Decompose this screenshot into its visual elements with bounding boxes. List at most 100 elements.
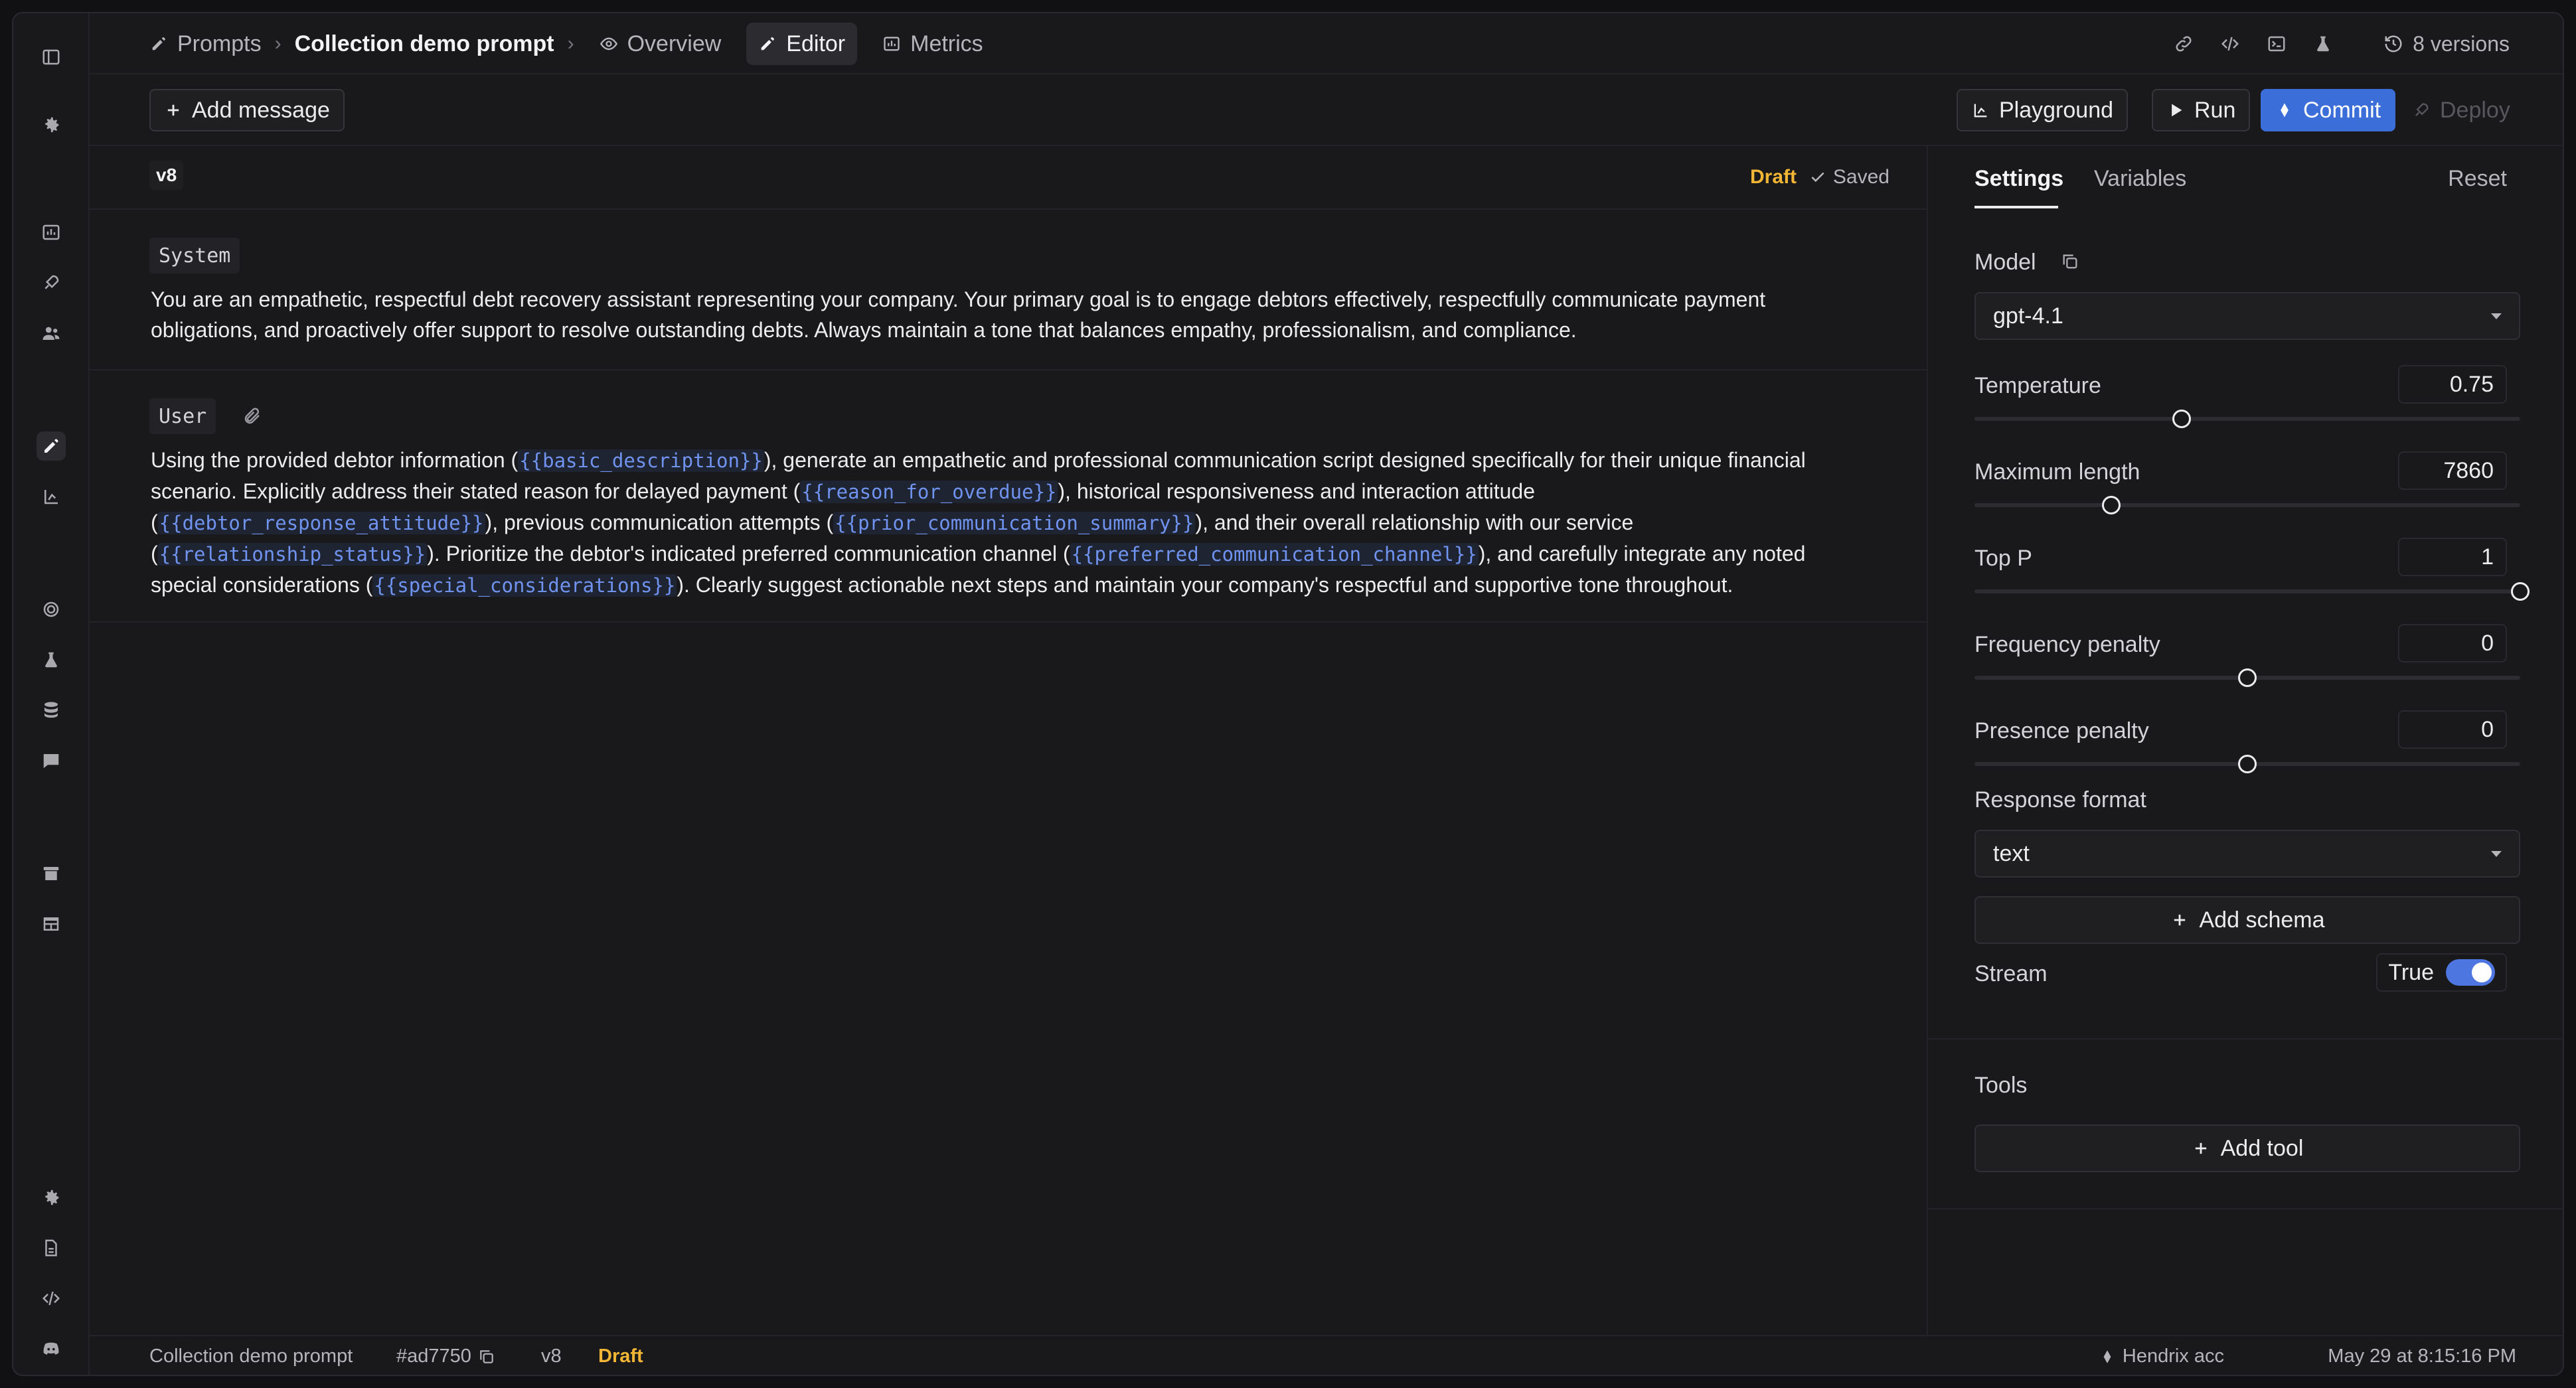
rocket-icon[interactable] [37,268,66,297]
sidebar-toggle-icon[interactable] [37,42,66,72]
max-length-slider[interactable] [1974,496,2520,514]
response-format-select[interactable]: text [1974,830,2520,878]
breadcrumb-prompts[interactable]: Prompts [149,31,262,57]
history-icon [2385,35,2402,52]
status-hash[interactable]: #ad7750 [396,1346,495,1367]
panel-tabs: Settings Variables Reset [1928,146,2563,210]
tab-settings[interactable]: Settings [1974,166,2063,192]
max-length-slider-thumb[interactable] [2101,496,2121,514]
database-icon[interactable] [37,696,66,725]
temperature-slider[interactable] [1974,410,2520,428]
tab-editor[interactable]: Editor [746,23,858,65]
paperclip-icon[interactable] [242,406,262,426]
temperature-slider-thumb[interactable] [2172,410,2192,428]
archive-icon[interactable] [37,859,66,888]
message-text-segment: You are an empathetic, respectful debt r… [151,287,1766,342]
link-icon[interactable] [2174,34,2194,54]
frequency-penalty-slider[interactable] [1974,668,2520,687]
tab-overview[interactable]: Overview [588,23,734,65]
playground-button[interactable]: Playground [1957,89,2129,131]
plus-icon [167,104,179,116]
role-tag-system[interactable]: System [149,238,240,273]
add-tool-button[interactable]: Add tool [1974,1124,2520,1172]
chart-icon [884,37,900,51]
flask-icon[interactable] [37,645,66,674]
frequency-penalty-slider-thumb[interactable] [2238,668,2257,687]
left-rail [13,13,90,1375]
top-p-input[interactable]: 1 [2398,538,2507,576]
temperature-input[interactable]: 0.75 [2398,365,2507,404]
prompts-pencil-icon[interactable] [37,431,66,461]
system-message-text[interactable]: You are an empathetic, respectful debt r… [151,284,1860,345]
playground-icon[interactable] [37,482,66,511]
playground-icon [1974,104,1987,117]
stream-toggle[interactable] [2446,959,2495,986]
copy-icon[interactable] [2061,252,2079,271]
presence-penalty-slider-thumb[interactable] [2238,755,2257,773]
version-row: v8 Draft Saved [90,146,1927,210]
versions-button[interactable]: 8 versions [2383,32,2510,56]
temperature-label: Temperature [1974,373,2101,398]
docs-icon[interactable] [37,1233,66,1263]
copy-icon[interactable] [478,1348,495,1365]
stream-control: True [2376,953,2507,992]
dashboard-icon[interactable] [37,218,66,247]
user-message-text[interactable]: Using the provided debtor information ({… [151,445,1860,601]
message-text-segment: ). Prioritize the debtor's indicated pre… [427,542,1070,566]
status-prompt-name: Collection demo prompt [149,1346,353,1367]
response-format-label: Response format [1974,787,2146,812]
status-draft: Draft [598,1346,643,1367]
user-message: User Using the provided debtor informati… [90,370,1927,623]
top-p-slider[interactable] [1974,582,2530,601]
reset-button[interactable]: Reset [2448,166,2507,192]
settings-icon[interactable] [37,1183,66,1212]
terminal-icon[interactable] [2267,34,2287,54]
breadcrumb-separator-icon: › [274,33,282,54]
top-p-slider-thumb[interactable] [2511,582,2530,601]
discord-icon[interactable] [37,1334,66,1363]
code-icon[interactable] [37,1284,66,1313]
add-schema-button[interactable]: Add schema [1974,896,2520,944]
message-text-segment: ), previous communication attempts ( [485,510,834,534]
presence-penalty-input[interactable]: 0 [2398,710,2507,749]
frequency-penalty-label: Frequency penalty [1974,632,2160,657]
breadcrumb-separator-icon: › [567,33,574,54]
users-icon[interactable] [37,319,66,348]
app-window: Prompts › Collection demo prompt › Overv… [12,12,2564,1376]
breadcrumb-current[interactable]: Collection demo prompt [295,31,554,57]
status-branch[interactable]: Hendrix acc [2099,1346,2224,1367]
max-length-input[interactable]: 7860 [2398,451,2507,490]
editor-toolbar: Add message Playground Run Commit Deploy [90,74,2563,146]
code-icon[interactable] [2220,34,2240,54]
commit-icon [2103,1349,2111,1363]
tab-metrics[interactable]: Metrics [870,23,995,65]
system-message: System You are an empathetic, respectful… [90,210,1927,370]
presence-penalty-slider[interactable] [1974,755,2520,773]
pencil-icon [761,37,775,50]
flask-icon[interactable] [2313,34,2333,54]
pencil-icon [152,37,165,50]
top-bar: Prompts › Collection demo prompt › Overv… [90,13,2563,74]
chevron-down-icon [2491,313,2502,319]
check-icon [1811,172,1824,183]
frequency-penalty-input[interactable]: 0 [2398,624,2507,662]
commit-button[interactable]: Commit [2261,89,2396,131]
status-bar: Collection demo prompt #ad7750 v8 Draft … [90,1335,2563,1375]
tab-variables[interactable]: Variables [2094,166,2186,192]
active-tab-indicator [1974,206,2058,208]
chevron-down-icon [2491,851,2502,857]
role-tag-user[interactable]: User [149,398,216,434]
model-select[interactable]: gpt-4.1 [1974,292,2520,340]
version-badge: v8 [149,161,184,190]
deploy-button[interactable]: Deploy [2397,89,2525,131]
top-p-label: Top P [1974,546,2032,571]
header-actions: 8 versions [2174,13,2510,74]
annotation-icon[interactable] [37,746,66,775]
table-icon[interactable] [37,909,66,939]
message-text-segment: Using the provided debtor information ( [151,448,519,472]
workspace-settings-icon[interactable] [37,110,66,139]
run-button[interactable]: Run [2152,89,2251,131]
draft-status: Draft [1749,166,1797,188]
target-icon[interactable] [37,595,66,624]
add-message-button[interactable]: Add message [149,89,345,131]
